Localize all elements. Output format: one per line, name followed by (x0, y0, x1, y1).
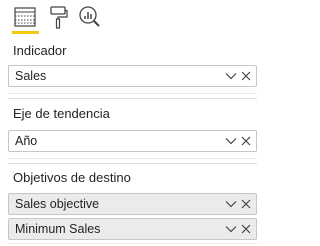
well-bottom-line (8, 158, 257, 159)
well-bottom-line (8, 243, 257, 244)
field-well-minimum-sales[interactable]: Minimum Sales (8, 218, 257, 240)
remove-field-icon[interactable] (240, 70, 252, 82)
chevron-down-icon[interactable] (225, 223, 237, 235)
field-name: Año (15, 134, 38, 148)
field-name: Sales (15, 69, 47, 83)
remove-field-icon[interactable] (240, 198, 252, 210)
remove-field-icon[interactable] (240, 135, 252, 147)
remove-field-icon[interactable] (240, 223, 252, 235)
analytics-tab[interactable] (76, 3, 102, 31)
chevron-down-icon[interactable] (225, 135, 237, 147)
chevron-down-icon[interactable] (225, 70, 237, 82)
field-well-ano[interactable]: Año (8, 130, 257, 152)
field-name: Minimum Sales (15, 222, 101, 236)
section-label-objetivos-de-destino: Objetivos de destino (13, 170, 131, 185)
visualization-pane-tabs (0, 0, 262, 38)
analytics-magnifier-icon (79, 6, 100, 27)
fields-grid-icon (14, 7, 36, 27)
chevron-down-icon[interactable] (225, 198, 237, 210)
section-divider (8, 98, 257, 99)
section-label-indicador: Indicador (13, 43, 67, 58)
section-label-eje-de-tendencia: Eje de tendencia (13, 106, 110, 121)
field-name: Sales objective (15, 197, 100, 211)
field-well-sales-objective[interactable]: Sales objective (8, 193, 257, 215)
paint-roller-icon (50, 6, 68, 29)
section-divider (8, 163, 257, 164)
fields-tab[interactable] (12, 3, 38, 31)
field-well-sales[interactable]: Sales (8, 65, 257, 87)
format-tab[interactable] (45, 3, 71, 31)
selected-tab-indicator (12, 31, 39, 34)
well-bottom-line (8, 93, 257, 94)
